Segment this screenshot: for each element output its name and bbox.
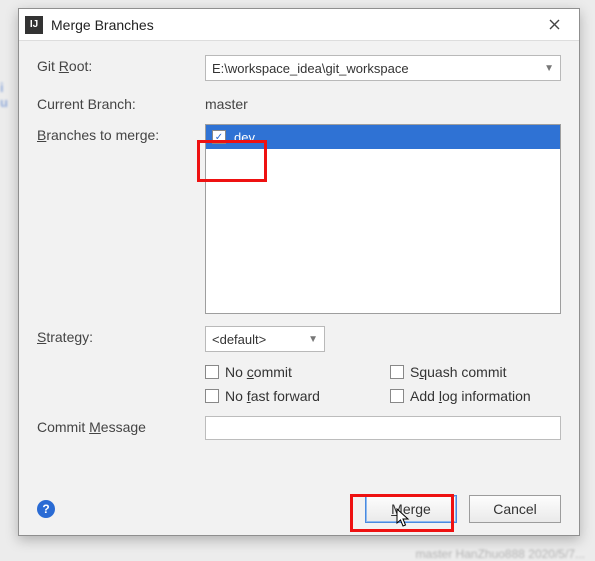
titlebar: IJ Merge Branches <box>19 9 579 41</box>
branches-to-merge-label: Branches to merge: <box>37 124 197 143</box>
no-commit-checkbox[interactable]: No commit <box>205 364 376 380</box>
checkbox-icon <box>390 389 404 403</box>
checkbox-icon <box>390 365 404 379</box>
strategy-value: <default> <box>212 332 266 347</box>
add-log-checkbox[interactable]: Add log information <box>390 388 561 404</box>
chevron-down-icon: ▼ <box>544 63 554 74</box>
git-root-label: Git Root: <box>37 55 197 74</box>
squash-commit-checkbox[interactable]: Squash commit <box>390 364 561 380</box>
app-icon: IJ <box>25 16 43 34</box>
current-branch-label: Current Branch: <box>37 93 197 112</box>
close-button[interactable] <box>535 11 573 39</box>
branches-list[interactable]: ✓ dev <box>205 124 561 314</box>
branch-row-dev[interactable]: ✓ dev <box>206 125 560 149</box>
dialog-title: Merge Branches <box>51 17 535 33</box>
commit-message-input[interactable] <box>205 416 561 440</box>
merge-button[interactable]: Merge <box>365 495 457 523</box>
commit-message-label: Commit Message <box>37 416 197 435</box>
dialog-body: Git Root: E:\workspace_idea\git_workspac… <box>19 41 579 483</box>
strategy-label: Strategy: <box>37 326 197 345</box>
checkbox-icon <box>205 365 219 379</box>
branch-name: dev <box>234 130 255 145</box>
chevron-down-icon: ▼ <box>308 334 318 345</box>
current-branch-value: master <box>205 93 561 112</box>
strategy-dropdown[interactable]: <default> ▼ <box>205 326 325 352</box>
close-icon <box>549 19 560 30</box>
git-root-value: E:\workspace_idea\git_workspace <box>212 61 409 76</box>
checkbox-icon <box>205 389 219 403</box>
merge-branches-dialog: IJ Merge Branches Git Root: E:\workspace… <box>18 8 580 536</box>
dialog-footer: ? Merge Cancel <box>19 483 579 535</box>
branch-checkbox-dev[interactable]: ✓ <box>212 130 226 144</box>
no-fast-forward-checkbox[interactable]: No fast forward <box>205 388 376 404</box>
git-root-dropdown[interactable]: E:\workspace_idea\git_workspace ▼ <box>205 55 561 81</box>
cancel-button[interactable]: Cancel <box>469 495 561 523</box>
help-icon[interactable]: ? <box>37 500 55 518</box>
